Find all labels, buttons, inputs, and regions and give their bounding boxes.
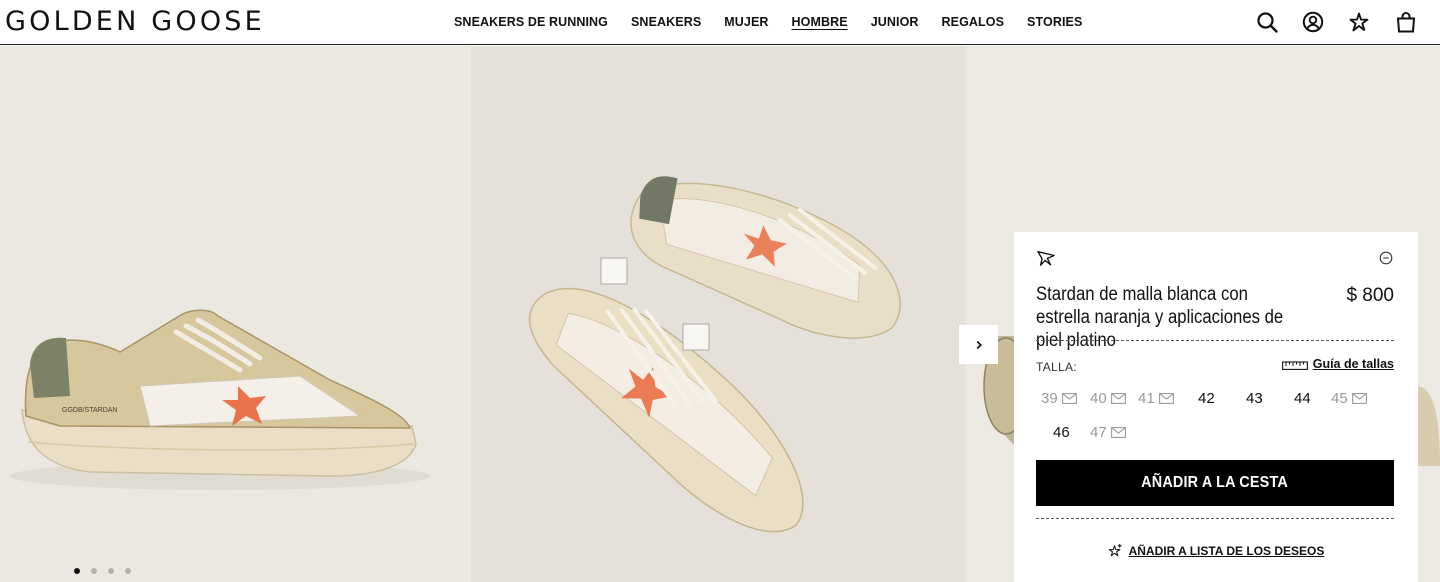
size-value: 39 — [1041, 389, 1058, 407]
gallery-dot[interactable] — [91, 568, 97, 574]
gallery-dot[interactable] — [74, 568, 80, 574]
size-option-42[interactable]: 42 — [1198, 388, 1215, 408]
gallery-next-button[interactable] — [959, 325, 998, 364]
nav-item-sneakers[interactable]: SNEAKERS — [631, 15, 701, 30]
bag-icon[interactable] — [1395, 11, 1417, 33]
ruler-icon — [1281, 360, 1308, 370]
mail-icon — [1061, 392, 1077, 404]
product-image-pair[interactable] — [471, 46, 966, 582]
mail-icon — [1351, 392, 1367, 404]
sneaker-side-image: GGDB/STARDAN — [10, 309, 430, 490]
minimize-icon[interactable] — [1379, 251, 1393, 265]
brand-logo[interactable]: GOLDEN GOOSE — [5, 8, 265, 36]
size-option-44[interactable]: 44 — [1294, 388, 1311, 408]
divider — [1036, 340, 1394, 341]
sneaker-pair-image — [528, 176, 901, 533]
nav-item-regalos[interactable]: REGALOS — [942, 15, 1005, 30]
size-option-45[interactable]: 45 — [1331, 388, 1367, 408]
add-to-cart-button[interactable]: AÑADIR A LA CESTA — [1036, 460, 1394, 506]
search-icon[interactable] — [1256, 11, 1278, 33]
size-option-43[interactable]: 43 — [1246, 388, 1263, 408]
add-to-cart-label: AÑADIR A LA CESTA — [1141, 474, 1289, 491]
size-label: TALLA: — [1036, 360, 1077, 374]
nav-item-junior[interactable]: JUNIOR — [871, 15, 919, 30]
size-option-46[interactable]: 46 — [1053, 422, 1070, 442]
wishlist-star-icon[interactable] — [1036, 249, 1056, 267]
star-plus-icon — [1108, 543, 1122, 557]
size-option-39[interactable]: 39 — [1041, 388, 1077, 408]
size-option-47[interactable]: 47 — [1090, 422, 1126, 442]
product-name: Stardan de malla blanca con estrella nar… — [1036, 284, 1284, 351]
chevron-right-icon — [976, 340, 982, 349]
mail-icon — [1110, 392, 1126, 404]
product-price: $ 800 — [1346, 285, 1394, 306]
side-stamp-text: GGDB/STARDAN — [62, 407, 118, 414]
main-nav: SNEAKERS DE RUNNING SNEAKERS MUJER HOMBR… — [454, 15, 1105, 30]
mail-icon — [1158, 392, 1174, 404]
size-option-41[interactable]: 41 — [1138, 388, 1174, 408]
size-value: 44 — [1294, 389, 1311, 407]
size-value: 43 — [1246, 389, 1263, 407]
nav-item-hombre[interactable]: HOMBRE — [792, 15, 848, 30]
size-guide-label: Guía de tallas — [1312, 357, 1394, 371]
product-card: Stardan de malla blanca con estrella nar… — [1014, 232, 1418, 582]
nav-item-sneakers-running[interactable]: SNEAKERS DE RUNNING — [454, 15, 608, 30]
wishlist-label: AÑADIR A LISTA DE LOS DESEOS — [1128, 543, 1325, 558]
size-value: 45 — [1331, 389, 1348, 407]
gallery-pagination — [74, 568, 131, 574]
mail-icon — [1110, 426, 1126, 438]
account-icon[interactable] — [1302, 11, 1324, 33]
gallery-dot[interactable] — [125, 568, 131, 574]
size-value: 47 — [1090, 423, 1107, 441]
add-to-wishlist-link[interactable]: AÑADIR A LISTA DE LOS DESEOS — [1014, 543, 1418, 558]
size-value: 41 — [1138, 389, 1155, 407]
nav-item-mujer[interactable]: MUJER — [724, 15, 768, 30]
nav-item-stories[interactable]: STORIES — [1027, 15, 1082, 30]
size-value: 46 — [1053, 423, 1070, 441]
size-option-40[interactable]: 40 — [1090, 388, 1126, 408]
divider — [1036, 518, 1394, 519]
size-value: 42 — [1198, 389, 1215, 407]
site-header: GOLDEN GOOSE SNEAKERS DE RUNNING SNEAKER… — [0, 0, 1440, 45]
product-image-side[interactable]: GGDB/STARDAN — [0, 46, 471, 582]
gallery-dot[interactable] — [108, 568, 114, 574]
wishlist-star-icon[interactable] — [1348, 11, 1370, 33]
size-guide-link[interactable]: Guía de tallas — [1281, 357, 1394, 371]
size-value: 40 — [1090, 389, 1107, 407]
